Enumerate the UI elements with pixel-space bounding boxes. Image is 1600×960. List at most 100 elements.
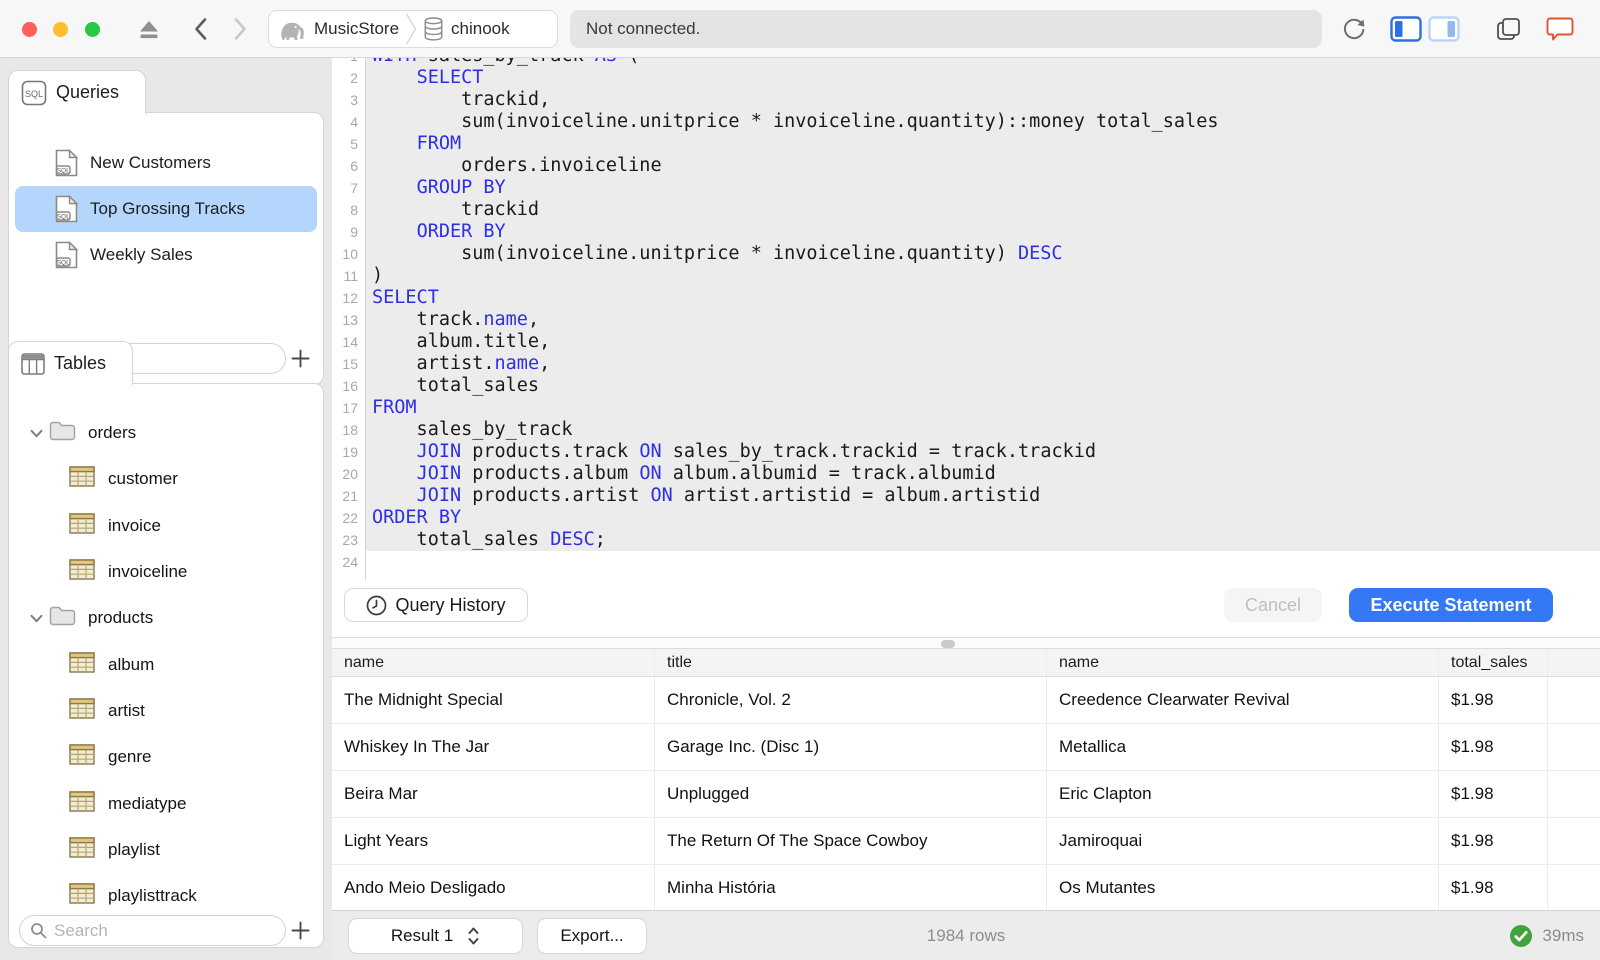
results-row[interactable]: Whiskey In The Jar Garage Inc. (Disc 1) Me… <box>332 724 1600 771</box>
zoom-window-button[interactable] <box>85 22 100 37</box>
disclosure-chevron[interactable] <box>23 429 49 438</box>
query-history-button[interactable]: Query History <box>344 588 528 622</box>
results-cell[interactable]: Chronicle, Vol. 2 <box>655 677 1047 723</box>
export-button[interactable]: Export... <box>537 917 647 954</box>
tables-search-field[interactable] <box>19 915 286 946</box>
cancel-button[interactable]: Cancel <box>1224 588 1322 622</box>
window-tabs-button[interactable] <box>1492 15 1524 43</box>
code-line[interactable]: 8 trackid <box>332 199 1600 221</box>
results-cell[interactable]: Jamiroquai <box>1047 818 1439 864</box>
execute-statement-button[interactable]: Execute Statement <box>1349 588 1553 622</box>
results-row[interactable]: Ando Meio Desligado Minha História Os Muta… <box>332 865 1600 910</box>
back-button[interactable] <box>184 15 216 43</box>
results-cell[interactable]: Whiskey In The Jar <box>332 724 655 770</box>
tree-table-row[interactable]: invoice <box>9 503 323 549</box>
results-cell[interactable]: Garage Inc. (Disc 1) <box>655 724 1047 770</box>
code-line[interactable]: 6 orders.invoiceline <box>332 155 1600 177</box>
results-cell[interactable]: $1.98 <box>1439 865 1548 910</box>
tree-item-label: mediatype <box>108 793 187 813</box>
add-query-button[interactable] <box>286 349 315 368</box>
code-line[interactable]: 19 JOIN products.track ON sales_by_track… <box>332 441 1600 463</box>
query-list-item[interactable]: SQL Top Grossing Tracks <box>15 186 317 232</box>
results-column-header[interactable]: name <box>1047 649 1439 676</box>
results-splitter[interactable] <box>332 637 1600 649</box>
disclosure-chevron[interactable] <box>23 614 49 623</box>
forward-button[interactable] <box>224 15 256 43</box>
database-item[interactable]: chinook <box>423 16 510 42</box>
results-cell[interactable]: Light Years <box>332 818 655 864</box>
results-cell[interactable]: The Midnight Special <box>332 677 655 723</box>
tree-table-row[interactable]: playlist <box>9 827 323 873</box>
query-list-item[interactable]: SQL Weekly Sales <box>15 232 317 278</box>
code-line[interactable]: 24 <box>332 551 1600 573</box>
tree-table-row[interactable]: album <box>9 641 323 687</box>
sql-editor[interactable]: 1WITH sales_by_track AS (2 SELECT3 track… <box>332 58 1600 580</box>
code-line[interactable]: 4 sum(invoiceline.unitprice * invoicelin… <box>332 111 1600 133</box>
code-line[interactable]: 11) <box>332 265 1600 287</box>
code-line[interactable]: 15 artist.name, <box>332 353 1600 375</box>
code-line[interactable]: 12 SELECT <box>332 287 1600 309</box>
tree-table-row[interactable]: genre <box>9 734 323 780</box>
code-line[interactable]: 16 total_sales <box>332 375 1600 397</box>
tree-folder-row[interactable]: products <box>9 595 323 641</box>
results-row[interactable]: The Midnight Special Chronicle, Vol. 2 Cre… <box>332 677 1600 724</box>
tree-folder-row[interactable]: orders <box>9 410 323 456</box>
code-line[interactable]: 13 track.name, <box>332 309 1600 331</box>
results-column-header[interactable]: total_sales <box>1439 649 1548 676</box>
code-line[interactable]: 2 SELECT <box>332 67 1600 89</box>
results-cell[interactable]: $1.98 <box>1439 818 1548 864</box>
results-cell[interactable]: Ando Meio Desligado <box>332 865 655 910</box>
results-column-header[interactable]: name <box>332 649 655 676</box>
results-row[interactable]: Beira Mar Unplugged Eric Clapton $1.98 <box>332 771 1600 818</box>
tab-queries[interactable]: SQL Queries <box>8 70 146 114</box>
tree-table-row[interactable]: playlisttrack <box>9 873 323 915</box>
tables-search-input[interactable] <box>54 920 275 941</box>
tree-table-row[interactable]: customer <box>9 456 323 502</box>
code-text: FROM <box>366 397 1600 419</box>
close-window-button[interactable] <box>22 22 37 37</box>
tree-table-row[interactable]: mediatype <box>9 780 323 826</box>
results-cell[interactable]: Beira Mar <box>332 771 655 817</box>
code-line[interactable]: 23 total_sales DESC; <box>332 529 1600 551</box>
code-line[interactable]: 21 JOIN products.artist ON artist.artist… <box>332 485 1600 507</box>
results-column-header[interactable]: title <box>655 649 1047 676</box>
splitter-drag-handle[interactable] <box>941 640 955 648</box>
results-cell[interactable]: Eric Clapton <box>1047 771 1439 817</box>
toggle-left-sidebar-button[interactable] <box>1390 15 1422 43</box>
code-line[interactable]: 9 ORDER BY <box>332 221 1600 243</box>
results-cell[interactable]: The Return Of The Space Cowboy <box>655 818 1047 864</box>
code-line[interactable]: 22 ORDER BY <box>332 507 1600 529</box>
query-list-item[interactable]: SQL New Customers <box>15 140 317 186</box>
results-cell[interactable]: Unplugged <box>655 771 1047 817</box>
tree-table-row[interactable]: artist <box>9 688 323 734</box>
tab-tables[interactable]: Tables <box>8 341 133 385</box>
code-line[interactable]: 17 FROM <box>332 397 1600 419</box>
code-line[interactable]: 7 GROUP BY <box>332 177 1600 199</box>
code-line[interactable]: 18 sales_by_track <box>332 419 1600 441</box>
code-line[interactable]: 3 trackid, <box>332 89 1600 111</box>
reload-button[interactable] <box>1338 15 1370 43</box>
code-line[interactable]: 14 album.title, <box>332 331 1600 353</box>
code-line[interactable]: 20 JOIN products.album ON album.albumid … <box>332 463 1600 485</box>
results-cell[interactable]: Minha História <box>655 865 1047 910</box>
minimize-window-button[interactable] <box>53 22 68 37</box>
results-row[interactable]: Light Years The Return Of The Space Cowbo… <box>332 818 1600 865</box>
server-item[interactable]: MusicStore <box>279 17 399 42</box>
disconnect-eject-button[interactable] <box>133 15 165 43</box>
results-cell[interactable]: $1.98 <box>1439 677 1548 723</box>
results-cell[interactable]: $1.98 <box>1439 771 1548 817</box>
code-line[interactable]: 1WITH sales_by_track AS ( <box>332 58 1600 67</box>
code-line[interactable]: 10 sum(invoiceline.unitprice * invoiceli… <box>332 243 1600 265</box>
results-cell[interactable]: Metallica <box>1047 724 1439 770</box>
feedback-button[interactable] <box>1544 15 1576 43</box>
code-lines[interactable]: 1WITH sales_by_track AS (2 SELECT3 track… <box>332 58 1600 573</box>
result-selector-dropdown[interactable]: Result 1 <box>348 917 523 954</box>
results-cell[interactable]: Os Mutantes <box>1047 865 1439 910</box>
results-cell[interactable]: $1.98 <box>1439 724 1548 770</box>
toggle-right-sidebar-button[interactable] <box>1428 15 1460 43</box>
results-cell[interactable]: Creedence Clearwater Revival <box>1047 677 1439 723</box>
add-table-button[interactable] <box>286 921 315 940</box>
line-number: 16 <box>342 378 358 394</box>
tree-table-row[interactable]: invoiceline <box>9 549 323 595</box>
code-line[interactable]: 5 FROM <box>332 133 1600 155</box>
